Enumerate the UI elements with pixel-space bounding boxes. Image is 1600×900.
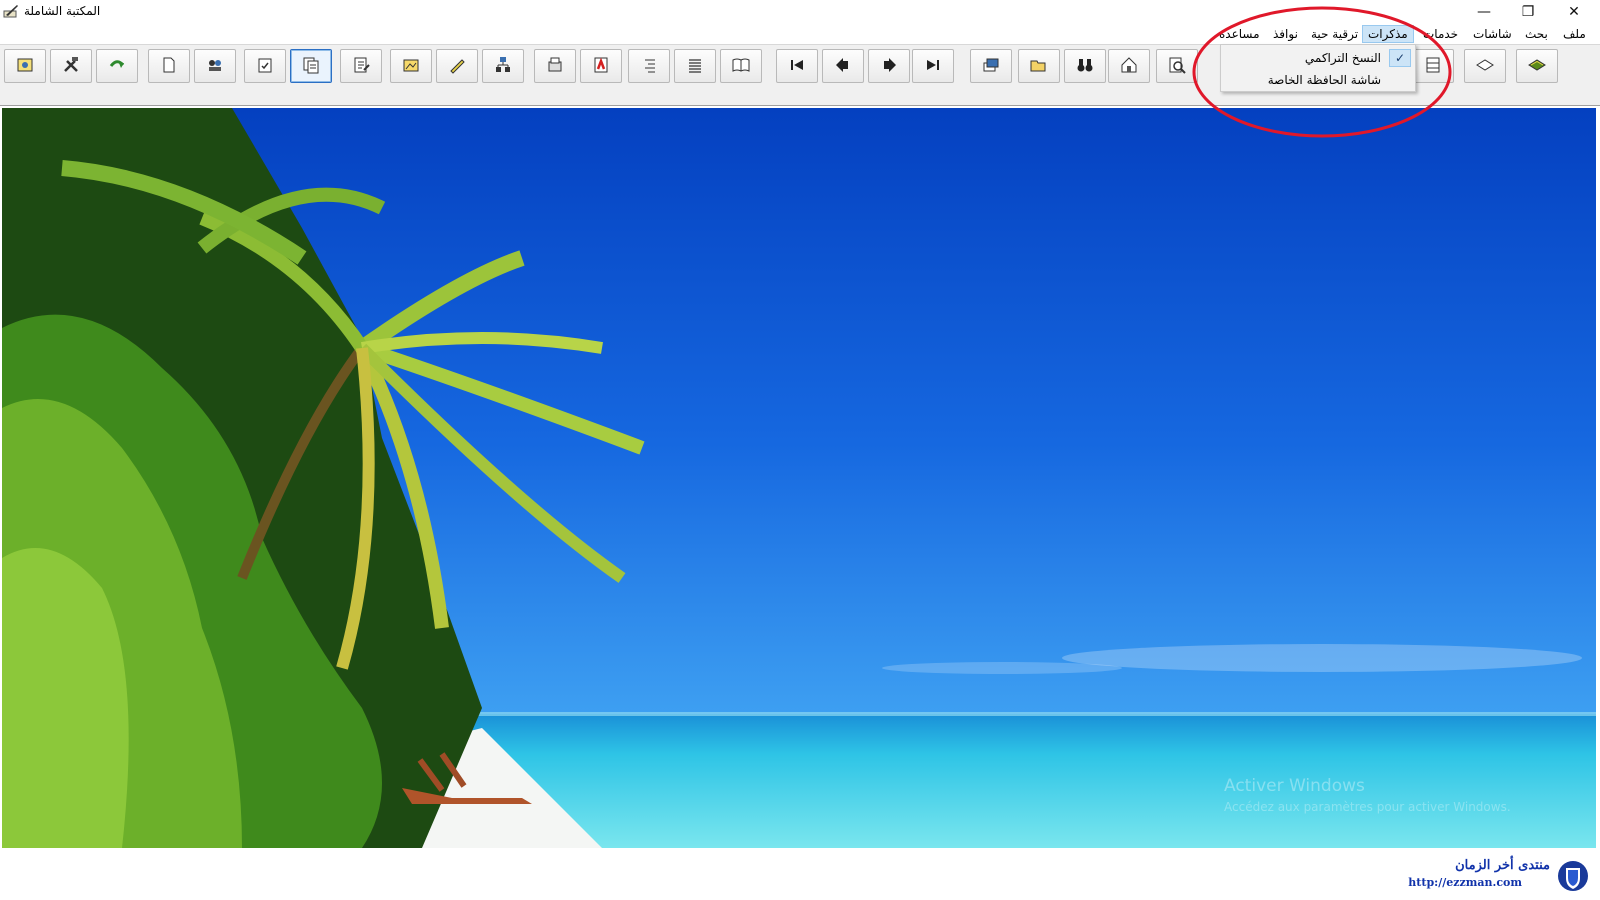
- refresh-button[interactable]: [96, 49, 138, 83]
- activation-watermark-subtitle: Accédez aux paramètres pour activer Wind…: [1224, 800, 1511, 814]
- tools-icon: [61, 55, 81, 78]
- image-folder-button[interactable]: [390, 49, 432, 83]
- checklist-icon: [255, 55, 275, 78]
- menu-services[interactable]: خدمات: [1418, 25, 1463, 43]
- menu-notes[interactable]: مذكرات: [1362, 25, 1414, 43]
- green-book-button[interactable]: [1516, 49, 1558, 83]
- magnify-document-button[interactable]: [1156, 49, 1198, 83]
- bookmark-house-button[interactable]: [1108, 49, 1150, 83]
- shield-icon: [1556, 858, 1590, 894]
- copy-pages-icon: [301, 55, 321, 78]
- edit-document-icon: [351, 55, 371, 78]
- binoculars-icon: [1075, 55, 1095, 78]
- green-book-icon: [1527, 55, 1547, 78]
- tropical-beach-wallpaper: [2, 108, 1596, 848]
- last-page-icon: [923, 55, 943, 78]
- closed-book-outline-icon: [1475, 55, 1495, 78]
- first-page-icon: [787, 55, 807, 78]
- previous-page-icon: [833, 55, 853, 78]
- window-title: المكتبة الشاملة: [24, 4, 101, 18]
- first-page-button[interactable]: [776, 49, 818, 83]
- activation-watermark-title: Activer Windows: [1224, 776, 1365, 796]
- gear-settings-icon: [15, 55, 35, 78]
- edit-document-button[interactable]: [340, 49, 382, 83]
- main-wallpaper: Activer Windows Accédez aux paramètres p…: [2, 108, 1596, 848]
- tree-structure-button[interactable]: [482, 49, 524, 83]
- forum-url: http://ezzman.com: [1408, 876, 1522, 889]
- new-page-icon: [159, 55, 179, 78]
- binoculars-button[interactable]: [1064, 49, 1106, 83]
- link-users-icon: [205, 55, 225, 78]
- pencil-icon: [447, 55, 467, 78]
- windows-stack-icon: [981, 55, 1001, 78]
- menu-item-private-clipboard[interactable]: شاشة الحافظة الخاصة: [1221, 69, 1415, 91]
- menu-bar: ملف بحث شاشات خدمات مذكرات ترقية حية نوا…: [0, 24, 1600, 44]
- open-book-icon: [731, 55, 751, 78]
- menu-item-label: شاشة الحافظة الخاصة: [1267, 73, 1381, 87]
- close-button[interactable]: ✕: [1552, 0, 1596, 24]
- menu-screens[interactable]: شاشات: [1468, 25, 1517, 43]
- windows-stack-button[interactable]: [970, 49, 1012, 83]
- checklist-button[interactable]: [244, 49, 286, 83]
- menu-item-cumulative-copy[interactable]: ✓ النسخ التراكمي: [1221, 47, 1415, 69]
- pdf-export-icon: [591, 55, 611, 78]
- menu-item-label: النسخ التراكمي: [1304, 51, 1381, 65]
- closed-book-button[interactable]: [1464, 49, 1506, 83]
- tools-button[interactable]: [50, 49, 92, 83]
- indent-list-button[interactable]: [628, 49, 670, 83]
- menu-file[interactable]: ملف: [1558, 25, 1591, 43]
- forum-name: منتدى أخر الزمان: [1455, 858, 1550, 873]
- align-lines-icon: [685, 55, 705, 78]
- open-book-button[interactable]: [720, 49, 762, 83]
- notes-dropdown-menu: ✓ النسخ التراكمي شاشة الحافظة الخاصة: [1220, 44, 1416, 92]
- copy-pages-button[interactable]: [290, 49, 332, 83]
- checkmark-icon: ✓: [1389, 49, 1411, 67]
- menu-live-update[interactable]: ترقية حية: [1306, 25, 1363, 43]
- quill-book-icon: [2, 3, 20, 19]
- pencil-button[interactable]: [436, 49, 478, 83]
- magnify-document-icon: [1167, 55, 1187, 78]
- gear-settings-button[interactable]: [4, 49, 46, 83]
- menu-help[interactable]: مساعدة: [1214, 25, 1265, 43]
- bookshelf-icon: [1423, 55, 1443, 78]
- next-page-button[interactable]: [868, 49, 910, 83]
- bookshelf-button[interactable]: [1412, 49, 1454, 83]
- open-folder-button[interactable]: [1018, 49, 1060, 83]
- print-copy-icon: [545, 55, 565, 78]
- menu-windows[interactable]: نوافذ: [1268, 25, 1303, 43]
- previous-page-button[interactable]: [822, 49, 864, 83]
- next-page-icon: [879, 55, 899, 78]
- maximize-button[interactable]: ❐: [1506, 0, 1550, 24]
- last-page-button[interactable]: [912, 49, 954, 83]
- print-copy-button[interactable]: [534, 49, 576, 83]
- image-folder-icon: [401, 55, 421, 78]
- menu-search[interactable]: بحث: [1520, 25, 1553, 43]
- pdf-export-button[interactable]: [580, 49, 622, 83]
- open-folder-icon: [1029, 55, 1049, 78]
- minimize-button[interactable]: —: [1462, 0, 1506, 24]
- indent-list-icon: [639, 55, 659, 78]
- title-bar: المكتبة الشاملة — ❐ ✕: [0, 0, 1600, 24]
- bookmark-house-icon: [1119, 55, 1139, 78]
- new-page-button[interactable]: [148, 49, 190, 83]
- link-users-button[interactable]: [194, 49, 236, 83]
- refresh-arrow-icon: [107, 55, 127, 78]
- tree-structure-icon: [493, 55, 513, 78]
- align-lines-button[interactable]: [674, 49, 716, 83]
